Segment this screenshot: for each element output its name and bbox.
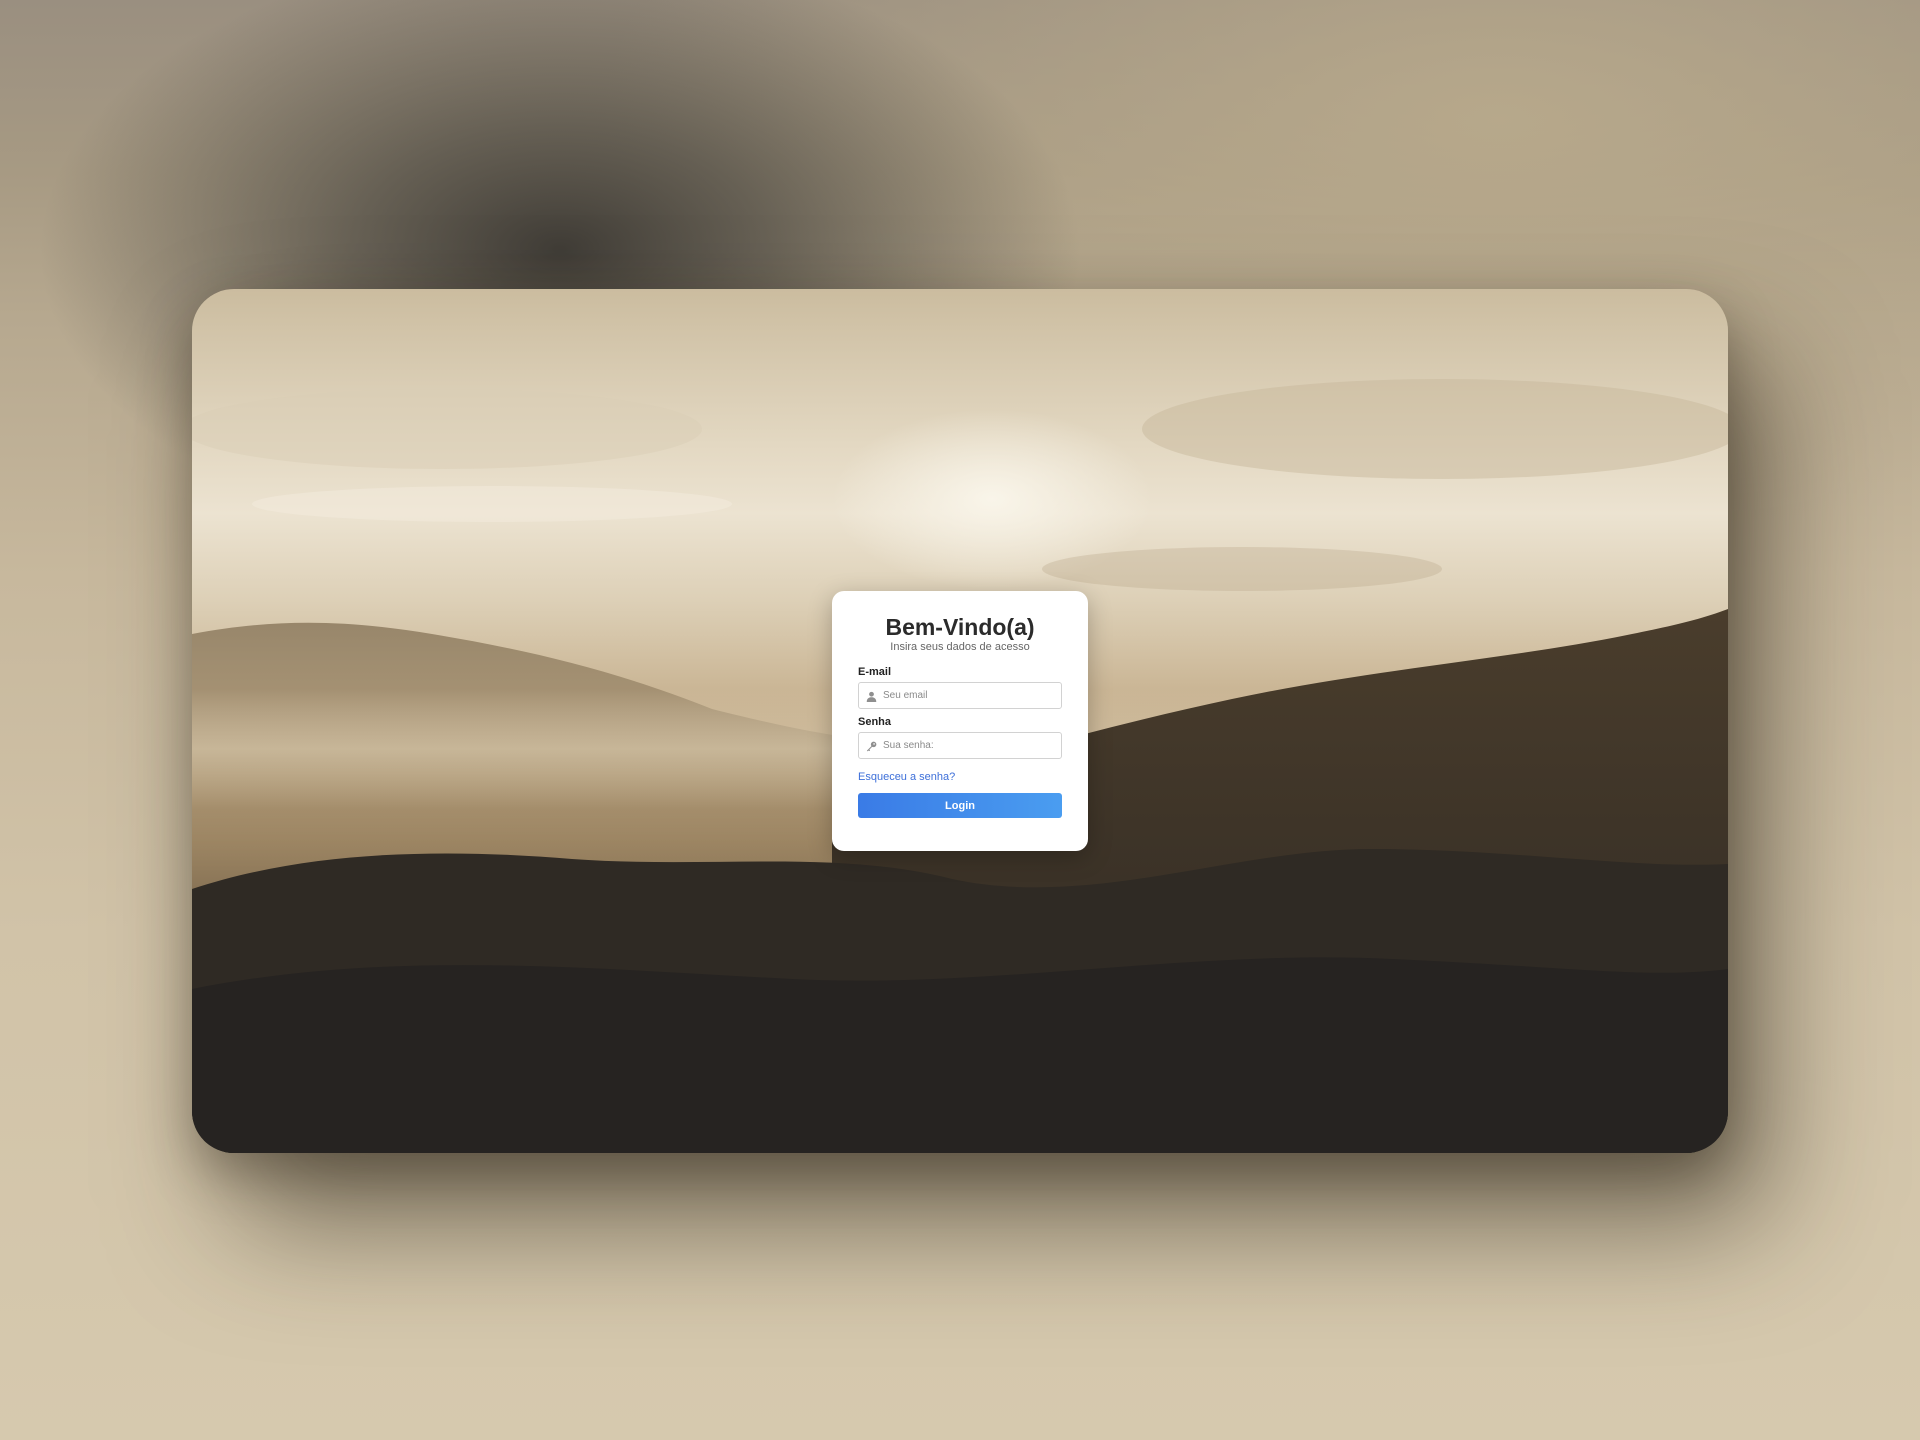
email-label: E-mail xyxy=(858,666,892,678)
password-field[interactable] xyxy=(883,733,1055,758)
email-field[interactable] xyxy=(883,683,1055,708)
login-subtitle: Insira seus dados de acesso xyxy=(890,641,1030,653)
key-icon xyxy=(866,741,877,752)
user-icon xyxy=(866,691,877,702)
login-card: Bem-Vindo(a) Insira seus dados de acesso… xyxy=(832,591,1088,851)
password-label: Senha xyxy=(858,716,892,728)
email-field-wrapper[interactable] xyxy=(858,682,1062,709)
password-field-wrapper[interactable] xyxy=(858,732,1062,759)
forgot-password-link[interactable]: Esqueceu a senha? xyxy=(858,771,955,784)
login-button[interactable]: Login xyxy=(858,793,1062,818)
app-window: Bem-Vindo(a) Insira seus dados de acesso… xyxy=(192,289,1728,1153)
login-title: Bem-Vindo(a) xyxy=(885,614,1035,640)
